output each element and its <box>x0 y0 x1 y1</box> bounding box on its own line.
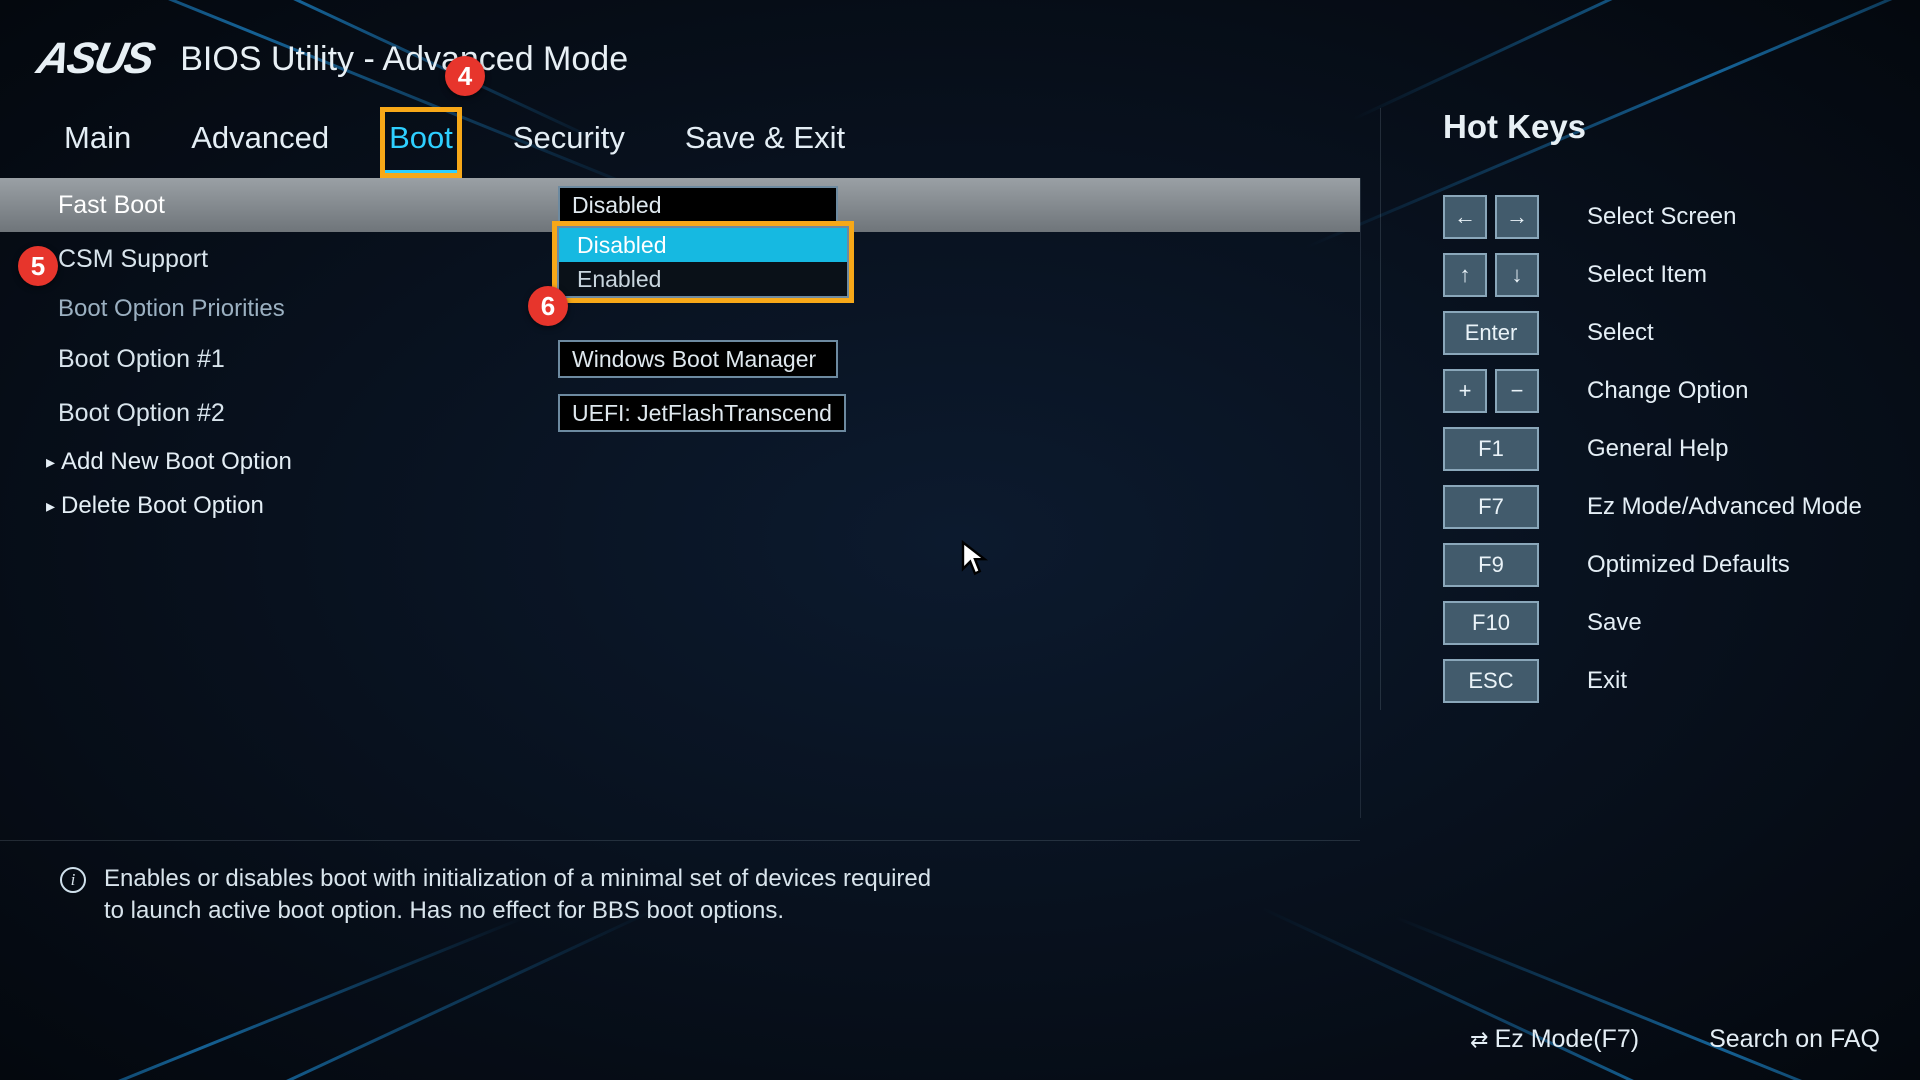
boot-option-2-value[interactable]: UEFI: JetFlashTranscend <box>558 394 846 432</box>
tab-save-exit[interactable]: Save & Exit <box>679 110 851 175</box>
hotkey-key: F9 <box>1443 543 1539 587</box>
info-icon: i <box>60 867 86 893</box>
fast-boot-value[interactable]: Disabled <box>558 186 838 224</box>
boot-option-2-label: Boot Option #2 <box>58 399 558 428</box>
boot-option-1-value[interactable]: Windows Boot Manager <box>558 340 838 378</box>
hotkey-desc: General Help <box>1587 435 1728 463</box>
tab-boot[interactable]: Boot <box>383 110 459 175</box>
hotkey-key: + <box>1443 369 1487 413</box>
hotkey-desc: Select Screen <box>1587 203 1736 231</box>
footer: Ez Mode(F7) Search on FAQ <box>1470 1025 1880 1054</box>
tab-main[interactable]: Main <box>58 110 137 175</box>
header: ASUS BIOS Utility - Advanced Mode <box>38 34 628 84</box>
ez-mode-link[interactable]: Ez Mode(F7) <box>1470 1025 1639 1054</box>
hotkey-row: F1 General Help <box>1443 420 1920 478</box>
row-fast-boot[interactable]: Fast Boot Disabled Disabled Enabled <box>0 178 1360 232</box>
callout-6: 6 <box>528 286 568 326</box>
hotkey-key: F7 <box>1443 485 1539 529</box>
hotkey-desc: Ez Mode/Advanced Mode <box>1587 493 1862 521</box>
cursor-icon <box>960 540 990 576</box>
hotkey-desc: Select <box>1587 319 1654 347</box>
hotkeys-panel: Hot Keys ←→ Select Screen ↑↓ Select Item Ent… <box>1380 108 1920 710</box>
boot-pane: Fast Boot Disabled Disabled Enabled CSM … <box>0 178 1360 528</box>
hotkey-row: Enter Select <box>1443 304 1920 362</box>
help-text: Enables or disables boot with initializa… <box>104 863 934 928</box>
hotkey-key: Enter <box>1443 311 1539 355</box>
fast-boot-label: Fast Boot <box>58 191 165 219</box>
hotkey-row: F9 Optimized Defaults <box>1443 536 1920 594</box>
hotkey-desc: Change Option <box>1587 377 1748 405</box>
hotkey-key: ↓ <box>1495 253 1539 297</box>
hotkey-row: ESC Exit <box>1443 652 1920 710</box>
callout-5: 5 <box>18 246 58 286</box>
hotkey-key: F1 <box>1443 427 1539 471</box>
hotkey-key: ESC <box>1443 659 1539 703</box>
search-faq-link[interactable]: Search on FAQ <box>1709 1025 1880 1054</box>
vertical-divider <box>1360 178 1361 818</box>
hotkey-desc: Select Item <box>1587 261 1707 289</box>
hotkey-row: F7 Ez Mode/Advanced Mode <box>1443 478 1920 536</box>
tab-advanced[interactable]: Advanced <box>185 110 335 175</box>
help-bar: i Enables or disables boot with initiali… <box>0 840 1360 928</box>
row-csm-support[interactable]: CSM Support <box>0 232 1360 286</box>
hotkey-key: → <box>1495 195 1539 239</box>
brand-logo: ASUS <box>33 34 158 84</box>
hotkey-desc: Save <box>1587 609 1642 637</box>
callout-4: 4 <box>445 56 485 96</box>
hotkey-row: +− Change Option <box>1443 362 1920 420</box>
tabs: Main Advanced Boot Security Save & Exit <box>58 110 851 175</box>
tab-security[interactable]: Security <box>507 110 631 175</box>
hotkey-row: ←→ Select Screen <box>1443 188 1920 246</box>
hotkey-desc: Exit <box>1587 667 1627 695</box>
page-title: BIOS Utility - Advanced Mode <box>180 40 628 79</box>
hotkeys-title: Hot Keys <box>1443 108 1920 146</box>
boot-option-1-label: Boot Option #1 <box>58 345 558 374</box>
hotkey-key: ← <box>1443 195 1487 239</box>
hotkey-desc: Optimized Defaults <box>1587 551 1790 579</box>
delete-boot-option[interactable]: Delete Boot Option <box>0 484 1360 528</box>
hotkey-row: F10 Save <box>1443 594 1920 652</box>
hotkey-key: − <box>1495 369 1539 413</box>
hotkey-key: F10 <box>1443 601 1539 645</box>
add-boot-option[interactable]: Add New Boot Option <box>0 440 1360 484</box>
row-boot-option-1[interactable]: Boot Option #1 Windows Boot Manager <box>0 332 1360 386</box>
hotkey-key: ↑ <box>1443 253 1487 297</box>
hotkey-row: ↑↓ Select Item <box>1443 246 1920 304</box>
csm-support-label: CSM Support <box>58 245 558 274</box>
row-boot-option-2[interactable]: Boot Option #2 UEFI: JetFlashTranscend <box>0 386 1360 440</box>
